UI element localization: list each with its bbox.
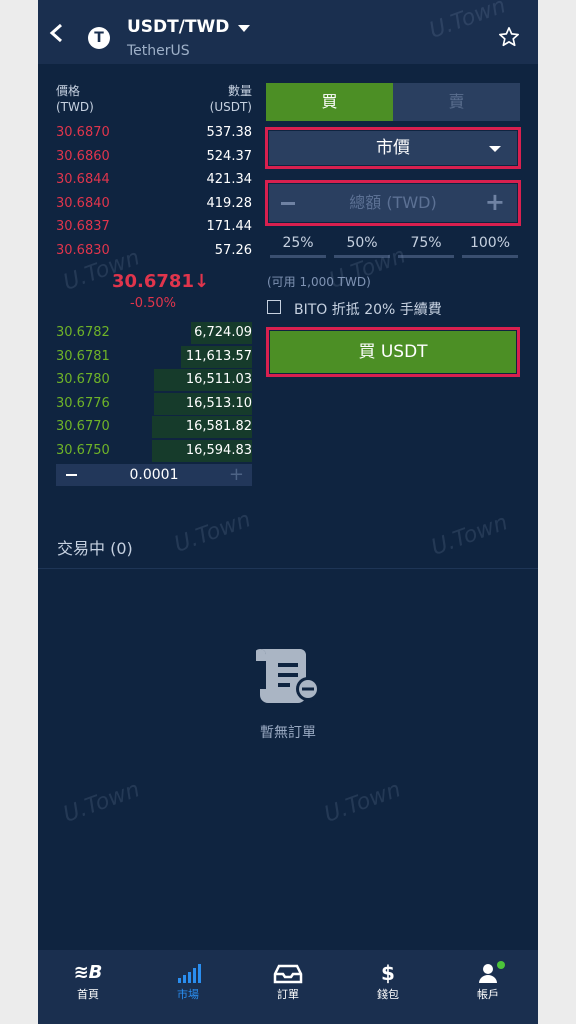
bid-qty: 6,724.09 <box>194 325 252 340</box>
bid-row[interactable]: 30.6780 16,511.03 <box>56 369 252 391</box>
bid-price: 30.6780 <box>56 372 110 387</box>
watermark: U.Town <box>60 777 144 828</box>
ask-price: 30.6870 <box>56 125 110 140</box>
price-header-label: 價格 <box>56 84 81 98</box>
watermark: U.Town <box>321 777 405 828</box>
bid-price: 30.6782 <box>56 325 110 340</box>
pair-dropdown-caret-icon[interactable] <box>238 25 250 32</box>
side-tabs: 買 賣 <box>266 83 520 121</box>
empty-document-icon <box>256 649 320 703</box>
ask-row[interactable]: 30.6830 57.26 <box>56 240 252 262</box>
step-value: 0.0001 <box>129 467 179 483</box>
nav-orders[interactable]: 訂單 <box>238 950 338 1024</box>
bid-qty: 11,613.57 <box>185 348 252 364</box>
bid-qty: 16,513.10 <box>185 395 252 411</box>
tab-sell[interactable]: 賣 <box>393 83 520 121</box>
bid-qty: 16,511.03 <box>185 372 252 387</box>
nav-account[interactable]: 帳戶 <box>438 950 538 1024</box>
bid-price: 30.6770 <box>56 419 110 434</box>
fee-discount-checkbox[interactable] <box>267 300 281 314</box>
pair-title[interactable]: USDT/TWD <box>127 17 229 37</box>
nav-wallet-label: 錢包 <box>377 988 399 1001</box>
chevron-down-icon[interactable] <box>489 146 501 152</box>
price-step-stepper[interactable]: 0.0001 + <box>56 464 252 486</box>
bid-row[interactable]: 30.6750 16,594.83 <box>56 439 252 462</box>
amount-placeholder[interactable]: 總額 (TWD) <box>269 184 517 222</box>
bid-price: 30.6781 <box>56 348 110 364</box>
price-down-arrow-icon: ↓ <box>193 271 210 292</box>
buy-submit-button[interactable]: 買 USDT <box>270 331 516 373</box>
bid-row[interactable]: 30.6776 16,513.10 <box>56 392 252 415</box>
bid-qty: 16,581.82 <box>185 419 252 434</box>
nav-home[interactable]: ≋B 首頁 <box>38 950 138 1024</box>
nav-home-label: 首頁 <box>77 988 99 1001</box>
open-orders-title: 交易中 (0) <box>57 539 133 558</box>
fee-discount-label[interactable]: BITO 折抵 20% 手續費 <box>294 299 442 319</box>
ask-row[interactable]: 30.6837 171.44 <box>56 216 252 238</box>
phone-screen: T USDT/TWD TetherUS 價格 (TWD) 數量 (USDT) 3… <box>38 0 538 1024</box>
bid-price: 30.6750 <box>56 442 110 458</box>
back-arrow-icon[interactable] <box>46 22 68 44</box>
price-column-header: 價格 (TWD) <box>56 83 94 115</box>
order-type-select[interactable]: 市價 <box>269 131 517 165</box>
percent-100-button[interactable]: 100% <box>462 235 518 251</box>
amount-field[interactable]: 總額 (TWD) + <box>269 184 517 222</box>
percent-bar <box>462 255 518 258</box>
nav-market[interactable]: 市場 <box>138 950 238 1024</box>
nav-orders-label: 訂單 <box>277 988 299 1001</box>
percent-bar <box>398 255 454 258</box>
ask-price: 30.6860 <box>56 148 110 164</box>
amount-plus-icon[interactable]: + <box>485 189 505 215</box>
bid-row[interactable]: 30.6781 11,613.57 <box>56 345 252 368</box>
tab-buy[interactable]: 買 <box>266 83 393 121</box>
account-user-icon <box>479 964 497 983</box>
notification-dot <box>497 961 505 969</box>
ask-price: 30.6837 <box>56 219 110 234</box>
ask-row[interactable]: 30.6860 524.37 <box>56 146 252 168</box>
bid-row[interactable]: 30.6782 6,724.09 <box>56 322 252 344</box>
bid-price: 30.6776 <box>56 395 110 411</box>
favorite-star-icon[interactable] <box>498 26 520 48</box>
price-unit-label: (TWD) <box>56 100 94 114</box>
wallet-dollar-icon: $ <box>381 961 395 985</box>
ask-qty: 421.34 <box>206 172 253 187</box>
percent-25-button[interactable]: 25% <box>270 235 326 251</box>
bid-row[interactable]: 30.6770 16,581.82 <box>56 416 252 438</box>
ask-qty: 524.37 <box>206 148 253 164</box>
ask-qty: 419.28 <box>206 195 253 211</box>
price-change: -0.50% <box>130 296 176 311</box>
ask-qty: 57.26 <box>214 242 252 258</box>
qty-header-label: 數量 <box>227 84 252 98</box>
ask-qty: 537.38 <box>206 125 253 140</box>
nav-market-label: 市場 <box>177 988 199 1001</box>
ask-row[interactable]: 30.6870 537.38 <box>56 122 252 144</box>
orders-tray-icon <box>273 964 303 984</box>
watermark: U.Town <box>171 507 255 558</box>
ask-row[interactable]: 30.6844 421.34 <box>56 169 252 191</box>
percent-50-button[interactable]: 50% <box>334 235 390 251</box>
home-logo-icon: ≋B <box>73 962 103 983</box>
ask-price: 30.6840 <box>56 195 110 211</box>
nav-account-label: 帳戶 <box>477 988 499 1001</box>
percent-bar <box>270 255 326 258</box>
tether-coin-icon: T <box>88 27 110 49</box>
qty-unit-label: (USDT) <box>209 100 252 114</box>
bid-qty: 16,594.83 <box>185 442 252 458</box>
ask-price: 30.6844 <box>56 172 110 187</box>
ask-row[interactable]: 30.6840 419.28 <box>56 193 252 215</box>
section-divider <box>38 568 538 569</box>
pair-subtitle: TetherUS <box>127 43 190 59</box>
empty-orders-text: 暫無訂單 <box>260 725 316 741</box>
step-plus-icon[interactable]: + <box>229 466 244 484</box>
nav-wallet[interactable]: $ 錢包 <box>338 950 438 1024</box>
ask-qty: 171.44 <box>206 219 253 234</box>
percent-75-button[interactable]: 75% <box>398 235 454 251</box>
watermark: U.Town <box>428 510 512 561</box>
market-bars-icon <box>178 964 201 983</box>
bottom-nav: ≋B 首頁 市場 訂單 $ 錢包 帳戶 <box>38 950 538 1024</box>
qty-column-header: 數量 (USDT) <box>178 83 252 115</box>
